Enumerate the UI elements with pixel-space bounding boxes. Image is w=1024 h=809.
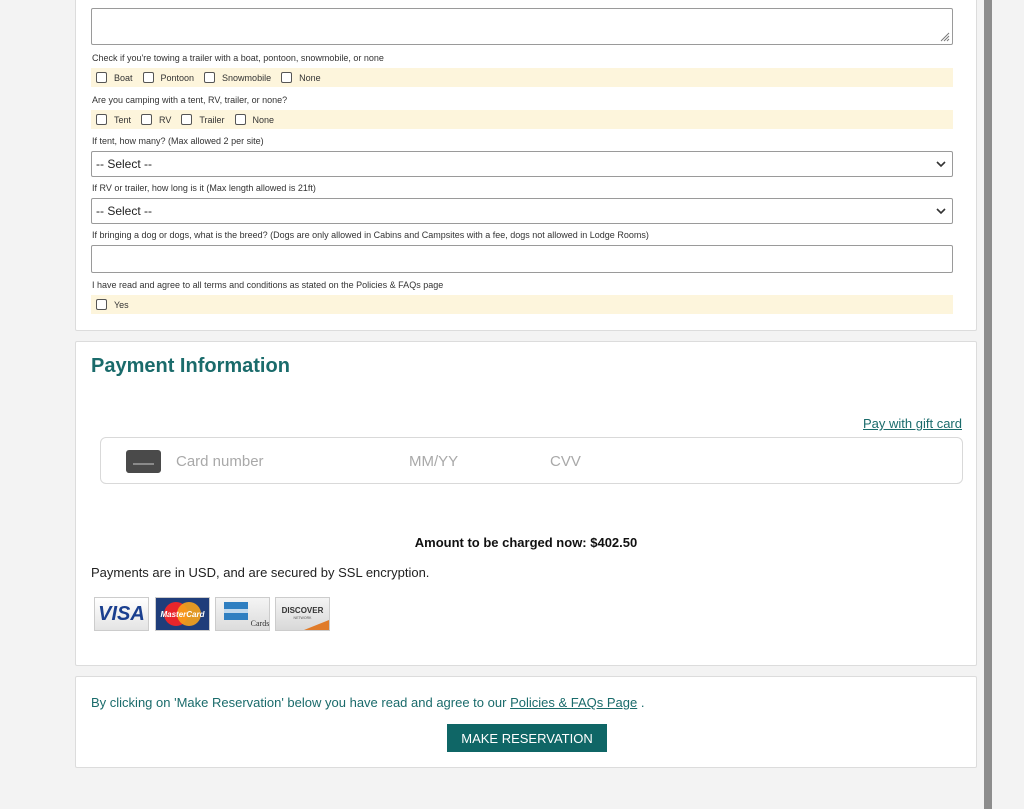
checkbox[interactable]	[234, 114, 246, 125]
expiry-input[interactable]: MM/YY	[409, 453, 458, 470]
notes-textarea[interactable]	[91, 8, 953, 45]
trailer-options: Boat Pontoon Snowmobile None	[91, 68, 953, 87]
camping-option-none[interactable]: None	[234, 114, 274, 125]
chevron-down-icon	[936, 208, 946, 215]
visa-logo: VISA	[94, 597, 149, 631]
camping-option-trailer[interactable]: Trailer	[181, 114, 225, 125]
checkbox[interactable]	[96, 114, 107, 125]
rv-length-select[interactable]: -- Select --	[91, 198, 953, 224]
rv-length-label: If RV or trailer, how long is it (Max le…	[92, 183, 316, 193]
terms-option-yes[interactable]: Yes	[96, 299, 129, 310]
terms-options: Yes	[91, 295, 953, 314]
mastercard-logo-graphic: MasterCard	[160, 602, 206, 626]
discover-network-text: NETWORK	[294, 616, 313, 620]
discover-logo: DISCOVER NETWORK	[275, 597, 330, 631]
camping-question-label: Are you camping with a tent, RV, trailer…	[92, 95, 288, 105]
resize-handle-icon[interactable]	[940, 32, 950, 42]
submit-card: By clicking on 'Make Reservation' below …	[75, 676, 977, 768]
card-entry-field[interactable]: Card number MM/YY CVV	[100, 437, 963, 484]
agreement-text: By clicking on 'Make Reservation' below …	[91, 695, 645, 710]
checkbox[interactable]	[142, 72, 154, 83]
discover-logo-graphic: DISCOVER NETWORK	[282, 606, 329, 630]
page-scrollbar[interactable]	[984, 0, 992, 809]
amount-charged: Amount to be charged now: $402.50	[414, 535, 638, 550]
tent-count-selected: -- Select --	[96, 157, 153, 171]
amex-logo-graphic: Cards	[224, 602, 269, 628]
terms-label: I have read and agree to all terms and c…	[92, 280, 444, 290]
rv-length-selected: -- Select --	[96, 204, 153, 218]
mastercard-text: MasterCard	[160, 610, 205, 619]
checkbox[interactable]	[96, 299, 107, 310]
dog-breed-label: If bringing a dog or dogs, what is the b…	[92, 230, 649, 240]
pay-with-gift-card-link[interactable]: Pay with gift card	[863, 416, 962, 431]
credit-card-icon	[126, 450, 161, 473]
payment-title: Payment Information	[91, 355, 290, 377]
tent-count-label: If tent, how many? (Max allowed 2 per si…	[92, 136, 264, 146]
amex-cards-text: Cards	[251, 619, 269, 628]
reservation-details-card: Check if you're towing a trailer with a …	[75, 0, 977, 331]
payment-card: Payment Information Pay with gift card C…	[75, 341, 977, 666]
policies-faqs-link[interactable]: Policies & FAQs Page	[510, 695, 637, 710]
mastercard-logo: MasterCard	[155, 597, 210, 631]
checkbox[interactable]	[96, 72, 107, 83]
camping-options: Tent RV Trailer None	[91, 110, 953, 129]
make-reservation-button[interactable]: MAKE RESERVATION	[447, 724, 607, 752]
cvv-input[interactable]: CVV	[550, 453, 581, 470]
trailer-question-label: Check if you're towing a trailer with a …	[92, 53, 384, 63]
trailer-option-boat[interactable]: Boat	[96, 72, 133, 83]
camping-option-rv[interactable]: RV	[141, 114, 171, 125]
chevron-down-icon	[936, 161, 946, 168]
tent-count-select[interactable]: -- Select --	[91, 151, 953, 177]
checkbox[interactable]	[204, 72, 216, 83]
trailer-option-none[interactable]: None	[281, 72, 321, 83]
camping-option-tent[interactable]: Tent	[96, 114, 131, 125]
payment-security-note: Payments are in USD, and are secured by …	[91, 565, 430, 580]
trailer-option-pontoon[interactable]: Pontoon	[142, 72, 194, 83]
trailer-option-snowmobile[interactable]: Snowmobile	[204, 72, 271, 83]
american-express-logo: Cards	[215, 597, 270, 631]
checkbox[interactable]	[141, 114, 153, 125]
checkbox[interactable]	[181, 114, 193, 125]
card-number-input[interactable]: Card number	[176, 453, 264, 470]
discover-text: DISCOVER	[282, 606, 324, 615]
checkbox[interactable]	[281, 72, 293, 83]
dog-breed-input[interactable]	[91, 245, 953, 273]
